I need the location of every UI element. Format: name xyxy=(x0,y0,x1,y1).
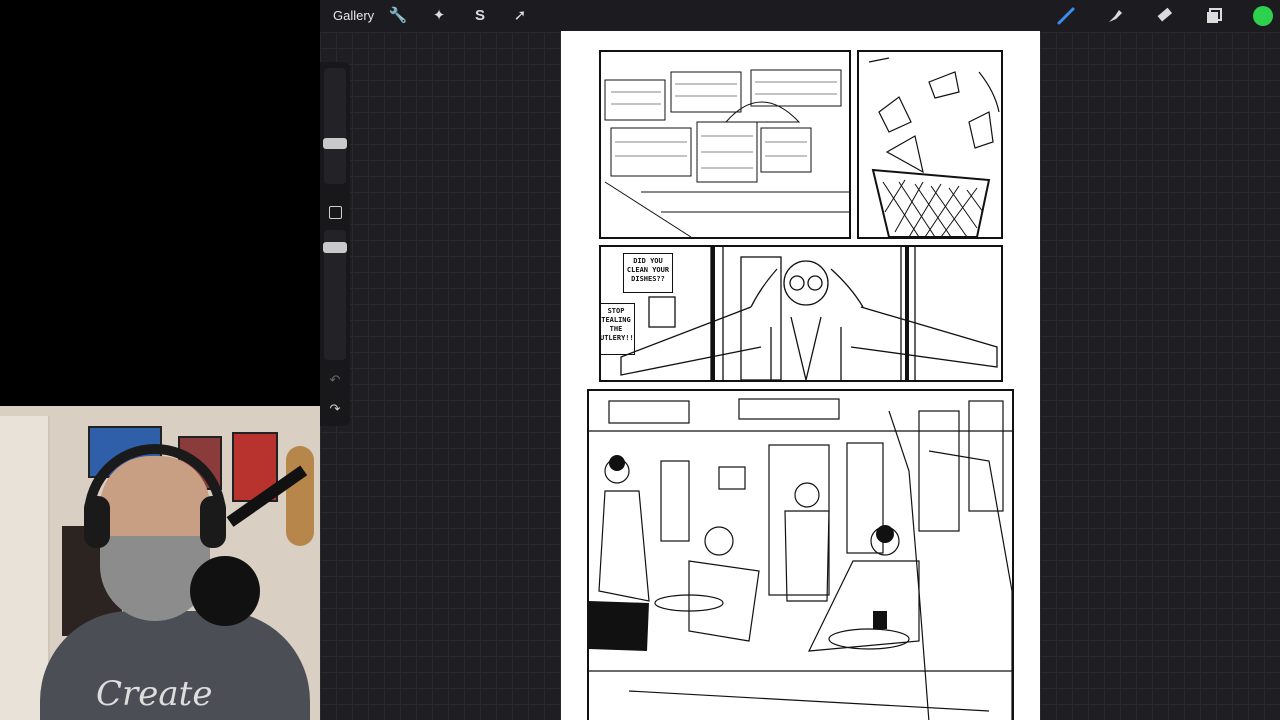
trash-bin-drawing xyxy=(868,57,1000,237)
door xyxy=(0,416,50,720)
headphone-right-cup xyxy=(200,496,226,548)
shirt-text: Create xyxy=(96,674,213,714)
layers-icon[interactable] xyxy=(1204,6,1224,26)
panel-trash-bin xyxy=(857,50,1003,239)
headphone-left-cup xyxy=(84,496,110,548)
transform-icon[interactable]: ➚ xyxy=(510,6,530,26)
brush-size-slider[interactable] xyxy=(324,68,346,184)
comic-page: DID YOU CLEAN YOUR DISHES?? STOP TEALING… xyxy=(561,31,1040,720)
webcam-feed: Create xyxy=(0,406,320,720)
magic-wand-icon[interactable]: ✦ xyxy=(429,6,449,26)
color-picker[interactable] xyxy=(1253,6,1273,26)
panel-cityscape xyxy=(599,50,851,239)
brush-icon[interactable] xyxy=(1056,6,1076,26)
cityscape-drawing xyxy=(604,69,849,237)
brush-size-handle[interactable] xyxy=(323,138,347,149)
gallery-button[interactable]: Gallery xyxy=(333,8,374,23)
redo-icon[interactable]: ↷ xyxy=(326,401,344,417)
eraser-icon[interactable] xyxy=(1154,6,1174,26)
woman-drawing xyxy=(620,247,998,380)
undo-icon[interactable]: ↶ xyxy=(326,372,344,388)
microphone xyxy=(190,556,260,626)
opacity-handle[interactable] xyxy=(323,242,347,253)
modify-button[interactable] xyxy=(329,206,342,219)
guitar xyxy=(286,446,314,546)
break-room-drawing xyxy=(589,398,1012,720)
panel-break-room xyxy=(587,389,1014,720)
left-sidebar: ↶ ↷ xyxy=(320,62,350,426)
top-toolbar: Gallery 🔧 ✦ S ➚ xyxy=(320,0,1280,32)
panel-woman-shouting: DID YOU CLEAN YOUR DISHES?? STOP TEALING… xyxy=(599,245,1003,382)
wrench-icon[interactable]: 🔧 xyxy=(388,6,408,26)
selection-icon[interactable]: S xyxy=(470,6,490,26)
video-black-area xyxy=(0,0,320,406)
smudge-icon[interactable] xyxy=(1105,6,1125,26)
